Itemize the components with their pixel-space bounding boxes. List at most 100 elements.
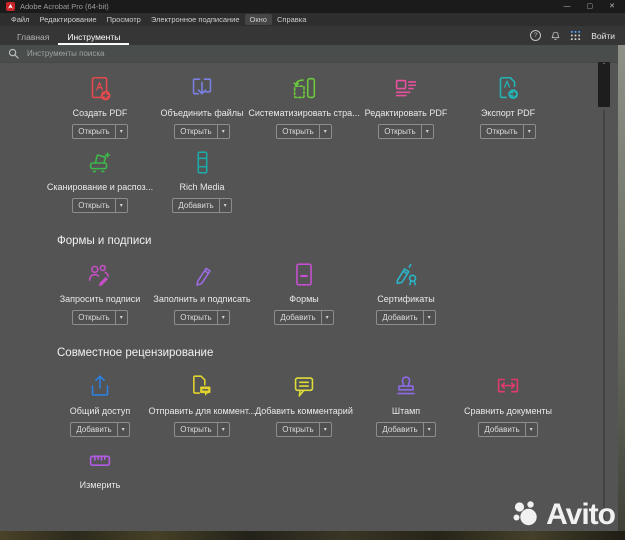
tool-label: Сравнить документы — [463, 406, 553, 416]
export-pdf-icon — [493, 73, 523, 105]
close-icon[interactable]: ✕ — [609, 2, 615, 11]
tool-card-certificates: Сертификаты Добавить ▾ — [355, 259, 457, 325]
help-icon[interactable]: ? — [530, 30, 542, 41]
request-signatures-icon — [85, 259, 115, 291]
tool-action-button[interactable]: Добавить ▾ — [70, 422, 130, 437]
tool-action-label[interactable]: Открыть — [175, 311, 218, 324]
tool-action-label[interactable]: Открыть — [175, 423, 218, 436]
tool-card-request-signatures: Запросить подписи Открыть ▾ — [49, 259, 151, 325]
tool-action-button[interactable]: Открыть ▾ — [480, 124, 536, 139]
tool-card-edit-pdf: Редактировать PDF Открыть ▾ — [355, 73, 457, 139]
menu-bar: Файл Редактирование Просмотр Электронное по… — [0, 13, 625, 26]
tab-bar: Главная Инструменты ? Войти — [0, 26, 625, 45]
tool-action-button[interactable]: Открыть ▾ — [72, 198, 128, 213]
tool-dropdown-icon[interactable]: ▾ — [422, 125, 433, 138]
tool-label: Rich Media — [179, 182, 225, 192]
tool-action-button[interactable]: Добавить ▾ — [478, 422, 538, 437]
tool-dropdown-icon[interactable]: ▾ — [116, 311, 127, 324]
measure-icon — [85, 445, 115, 477]
scrollbar-thumb[interactable]: ⌃ — [598, 62, 610, 107]
menu-item[interactable]: Редактирование — [34, 14, 101, 25]
sign-in-button[interactable]: Войти — [591, 31, 617, 41]
tool-action-label[interactable]: Открыть — [277, 423, 320, 436]
tool-grid: Запросить подписи Открыть ▾ Заполнить и … — [49, 259, 563, 325]
tool-grid: Создать PDF Открыть ▾ Объединить файлы О… — [47, 73, 563, 213]
tool-dropdown-icon[interactable]: ▾ — [116, 199, 127, 212]
scrollbar-track[interactable] — [603, 110, 605, 523]
tool-label: Измерить — [79, 480, 121, 490]
apps-grid-icon[interactable] — [570, 30, 581, 41]
tool-label: Штамп — [391, 406, 421, 416]
tool-action-label[interactable]: Открыть — [73, 311, 116, 324]
tool-action-label[interactable]: Открыть — [73, 125, 116, 138]
tool-card-rich-media: Rich Media Добавить ▾ — [151, 147, 253, 213]
tool-dropdown-icon[interactable]: ▾ — [220, 199, 231, 212]
tool-dropdown-icon[interactable]: ▾ — [320, 125, 331, 138]
tool-card-add-comment: Добавить комментарий Открыть ▾ — [253, 371, 355, 437]
tool-dropdown-icon[interactable]: ▾ — [424, 311, 435, 324]
tool-action-label[interactable]: Добавить — [377, 423, 424, 436]
tool-dropdown-icon[interactable]: ▾ — [320, 423, 331, 436]
tool-label: Сертификаты — [377, 294, 435, 304]
tool-label: Редактировать PDF — [364, 108, 448, 118]
tool-dropdown-icon[interactable]: ▾ — [322, 311, 333, 324]
tool-action-label[interactable]: Добавить — [71, 423, 118, 436]
tool-action-button[interactable]: Открыть ▾ — [72, 310, 128, 325]
tool-card-stamp: Штамп Добавить ▾ — [355, 371, 457, 437]
tool-action-button[interactable]: Открыть ▾ — [378, 124, 434, 139]
tab-главная[interactable]: Главная — [8, 26, 58, 45]
menu-item[interactable]: Справка — [272, 14, 311, 25]
tool-label: Добавить комментарий — [255, 406, 353, 416]
menu-item[interactable]: Просмотр — [102, 14, 146, 25]
tool-card-measure: Измерить — [49, 445, 151, 490]
tool-action-button[interactable]: Открыть ▾ — [174, 310, 230, 325]
acrobat-window: Adobe Acrobat Pro (64-bit) — ▢ ✕ Файл Ред… — [0, 0, 625, 531]
tool-action-button[interactable]: Открыть ▾ — [276, 124, 332, 139]
search-input[interactable] — [25, 48, 509, 59]
tool-dropdown-icon[interactable]: ▾ — [218, 423, 229, 436]
tool-dropdown-icon[interactable]: ▾ — [218, 311, 229, 324]
tool-action-button[interactable]: Открыть ▾ — [276, 422, 332, 437]
tool-action-label[interactable]: Добавить — [479, 423, 526, 436]
tool-action-button[interactable]: Добавить ▾ — [376, 422, 436, 437]
tool-dropdown-icon[interactable]: ▾ — [424, 423, 435, 436]
tool-card-combine-files: Объединить файлы Открыть ▾ — [151, 73, 253, 139]
tab-инструменты[interactable]: Инструменты — [58, 26, 130, 45]
tool-dropdown-icon[interactable]: ▾ — [118, 423, 129, 436]
menu-item[interactable]: Электронное подписание — [146, 14, 245, 25]
avito-logo-icon — [511, 499, 541, 531]
tool-dropdown-icon[interactable]: ▾ — [526, 423, 537, 436]
tool-action-label[interactable]: Открыть — [481, 125, 524, 138]
compare-icon — [493, 371, 523, 403]
menu-item[interactable]: Окно — [244, 14, 272, 25]
tool-action-button[interactable]: Добавить ▾ — [274, 310, 334, 325]
tool-dropdown-icon[interactable]: ▾ — [524, 125, 535, 138]
section-title: Формы и подписи — [57, 235, 152, 247]
tool-action-label[interactable]: Открыть — [379, 125, 422, 138]
tool-action-button[interactable]: Открыть ▾ — [174, 422, 230, 437]
tool-label: Экспорт PDF — [480, 108, 536, 118]
tool-action-label[interactable]: Открыть — [277, 125, 320, 138]
tool-action-label[interactable]: Добавить — [377, 311, 424, 324]
tool-action-label[interactable]: Открыть — [73, 199, 116, 212]
maximize-icon[interactable]: ▢ — [587, 2, 594, 11]
tool-action-label[interactable]: Добавить — [173, 199, 220, 212]
tools-panel: Создать PDF Открыть ▾ Объединить файлы О… — [0, 63, 625, 502]
tool-action-button[interactable]: Открыть ▾ — [174, 124, 230, 139]
tool-action-label[interactable]: Открыть — [175, 125, 218, 138]
share-icon — [85, 371, 115, 403]
tool-action-button[interactable]: Добавить ▾ — [172, 198, 232, 213]
minimize-icon[interactable]: — — [564, 2, 571, 11]
notifications-bell-icon[interactable] — [551, 31, 560, 41]
tool-action-button[interactable]: Открыть ▾ — [72, 124, 128, 139]
watermark-text: Avito — [546, 498, 616, 531]
tool-card-organize-pages: Систематизировать стра... Открыть ▾ — [248, 73, 360, 139]
tool-dropdown-icon[interactable]: ▾ — [116, 125, 127, 138]
tool-action-label[interactable]: Добавить — [275, 311, 322, 324]
tool-label: Общий доступ — [69, 406, 131, 416]
tool-label: Запросить подписи — [59, 294, 141, 304]
tool-dropdown-icon[interactable]: ▾ — [218, 125, 229, 138]
menu-item[interactable]: Файл — [6, 14, 34, 25]
tool-action-button[interactable]: Добавить ▾ — [376, 310, 436, 325]
send-comments-icon — [187, 371, 217, 403]
